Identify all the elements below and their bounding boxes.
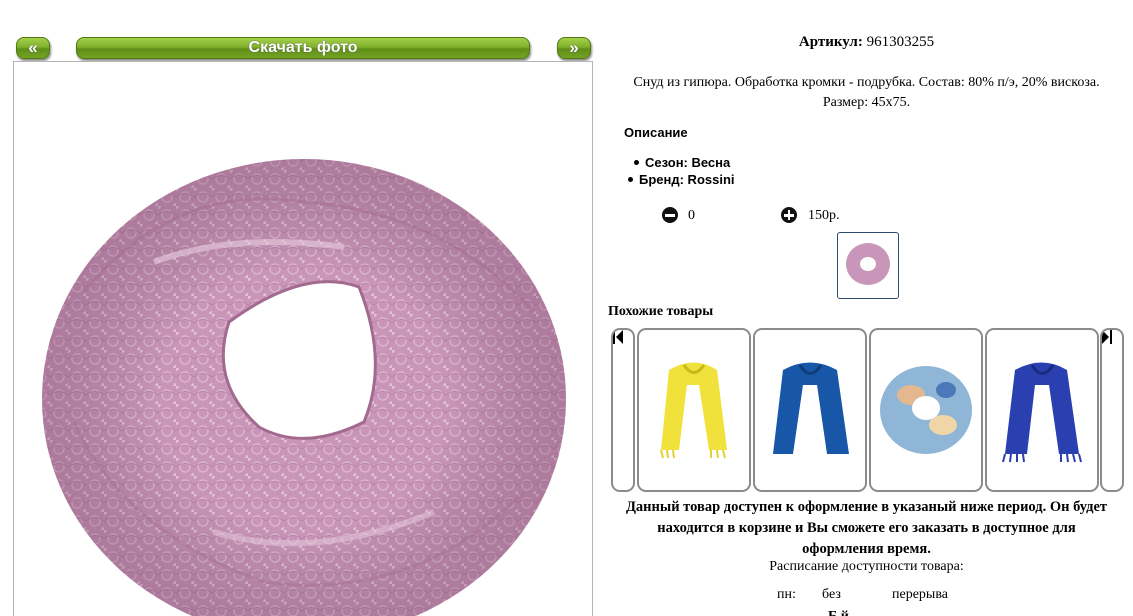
property-text: Бренд: Rossini — [639, 172, 735, 187]
similar-products-title: Похожие товары — [608, 304, 714, 319]
property-season: Сезон: Весна — [634, 155, 730, 170]
similar-scroll-left-button[interactable] — [611, 328, 635, 492]
previous-photo-button[interactable]: « — [16, 37, 50, 59]
notice-line: оформления время. — [802, 541, 931, 557]
schedule-day: пн: — [777, 587, 796, 602]
description-heading: Описание — [624, 125, 688, 140]
pink-lace-snood-image — [42, 159, 566, 616]
similar-item-blue-scarf[interactable] — [753, 328, 867, 492]
article-number: Артикул: 961303255 — [600, 34, 1133, 51]
notice-line: находится в корзине и Вы сможете его зак… — [657, 520, 1076, 536]
yellow-scarf-image — [660, 362, 727, 459]
patterned-snood-image — [880, 366, 972, 454]
description-line: Размер: 45х75. — [822, 95, 911, 110]
bullet-icon — [634, 160, 639, 166]
article-label: Артикул: — [798, 34, 863, 50]
schedule-time: без — [822, 587, 841, 602]
increase-quantity-icon[interactable] — [781, 207, 797, 223]
schedule-next-line: Б й — [828, 609, 849, 616]
property-text: Сезон: Весна — [645, 155, 731, 170]
schedule-break: перерыва — [892, 587, 948, 602]
article-value: 961303255 — [866, 34, 935, 50]
similar-item-yellow-scarf[interactable] — [637, 328, 751, 492]
decrease-quantity-icon[interactable] — [662, 207, 678, 223]
property-brand: Бренд: Rossini — [628, 172, 735, 187]
royal-blue-scarf-image — [1002, 362, 1082, 463]
similar-scroll-right-button[interactable] — [1100, 328, 1124, 492]
description-line: Снуд из гипюра. Обработка кромки - подру… — [633, 75, 1100, 90]
product-description: Снуд из гипюра. Обработка кромки - подру… — [600, 73, 1133, 113]
bullet-icon — [628, 177, 633, 183]
product-photo — [13, 61, 593, 616]
product-thumbnail[interactable] — [837, 232, 899, 299]
next-photo-button[interactable]: » — [557, 37, 591, 59]
snood-thumbnail-image — [846, 243, 890, 285]
schedule-title: Расписание доступности товара: — [769, 559, 964, 574]
similar-item-patterned-snood[interactable] — [869, 328, 983, 492]
availability-notice: Данный товар доступен к оформление в ука… — [600, 497, 1133, 560]
notice-line: Данный товар доступен к оформление в ука… — [625, 499, 1108, 515]
skip-back-icon — [613, 330, 623, 344]
similar-item-royal-blue-scarf[interactable] — [985, 328, 1099, 492]
download-photo-button[interactable]: Скачать фото — [76, 37, 530, 59]
skip-forward-icon — [1102, 330, 1112, 344]
price-value: 150р. — [808, 208, 840, 223]
blue-scarf-image — [773, 362, 849, 454]
quantity-value: 0 — [688, 208, 695, 223]
